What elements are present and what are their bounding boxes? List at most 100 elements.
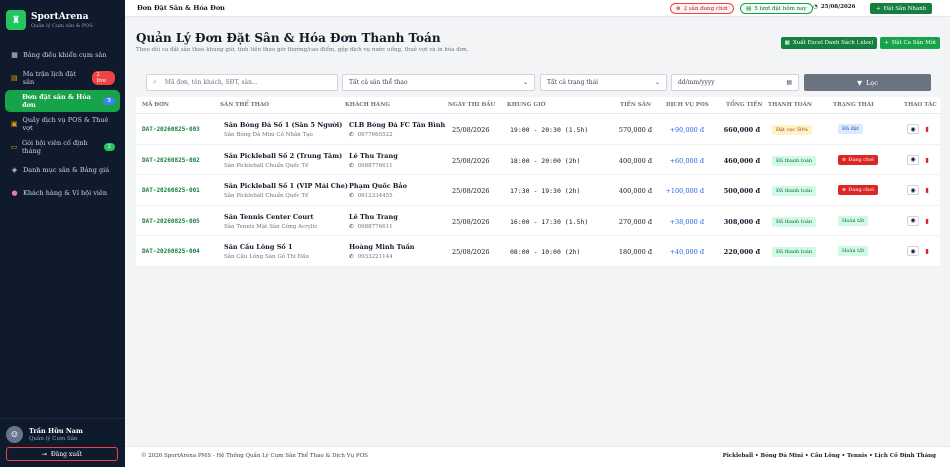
new-booking-button[interactable]: + Đặt Ca Sân Mới [880, 37, 940, 49]
court-fee: 570,000 đ [618, 126, 652, 134]
status-badge: ⊗ Đang chơi [838, 185, 878, 195]
brand[interactable]: ♜ SportArena Quản lý Cụm sân & POS [0, 0, 125, 38]
sidebar-item-dashboard[interactable]: ▦ Bảng điều khiển cụm sân [5, 44, 120, 66]
column-header[interactable]: Ngày Thi Đấu [448, 102, 495, 108]
table-row[interactable]: DAT-20260825-001 Sân Pickleball Số 1 (VI… [136, 175, 940, 206]
layers-icon: ◈ [11, 166, 18, 174]
logout-label: Đăng xuất [50, 450, 83, 458]
court-type: Sân Pickleball Chuẩn Quốc Tế [224, 162, 309, 169]
column-header[interactable]: Dịch Vụ POS [666, 102, 709, 108]
customer-phone: ✆ 0933221144 [349, 254, 393, 260]
table-row[interactable]: DAT-20260825-005 Sân Tennis Center Court… [136, 206, 940, 236]
court-type: Sân Tennis Mặt Sân Cứng Acrylic [224, 223, 318, 230]
footer-copyright: © 2026 SportArena PMS - Hệ Thống Quản Lý… [141, 453, 368, 459]
payment-badge: Đã thanh toán [772, 247, 817, 257]
view-button[interactable]: ◉ [907, 215, 919, 226]
table-row[interactable]: DAT-20260825-003 Sân Bóng Đá Số 1 (Sân 5… [136, 114, 940, 145]
pos-fee: +40,000 đ [669, 248, 704, 256]
bookings-table: Mã Đơn Sân Thể Thao Khách Hàng Ngày Thi … [136, 97, 940, 267]
pos-fee: +38,000 đ [669, 217, 704, 226]
sidebar-item-courts[interactable]: ◈ Danh mục sân & Bảng giá [5, 159, 120, 181]
phone-icon: ✆ [349, 132, 354, 138]
app-subtitle: Quản lý Cụm sân & POS [31, 22, 93, 29]
sidebar-item-calendar[interactable]: ▤ Ma trận lịch đặt sân 2 live [5, 67, 120, 89]
today-bookings-pill[interactable]: ▤ 5 lượt đặt hôm nay [740, 3, 813, 14]
chevron-down-icon: ⌄ [522, 79, 528, 86]
plus-icon: + [876, 5, 881, 12]
status-select[interactable]: Tất cả trạng thái ⌄ [540, 74, 667, 91]
page-title: Quản Lý Đơn Đặt Sân & Hóa Đơn Thanh Toán [136, 31, 441, 45]
court-fee: 270,000 đ [618, 217, 652, 226]
sidebar-item-customers[interactable]: ● Khách hàng & Ví hội viên [5, 182, 120, 204]
delete-button[interactable]: ▮ [922, 124, 932, 134]
customer-name: Lê Thu Trang [349, 151, 398, 160]
view-button[interactable]: ◉ [907, 154, 919, 165]
court-type: Sân Bóng Đá Mini Cỏ Nhân Tạo [224, 132, 313, 138]
time-slot: 18:00 - 20:00 (2h) [510, 156, 581, 165]
booking-code[interactable]: DAT-20260825-002 [142, 157, 200, 164]
sidebar-item-pos[interactable]: ▣ Quầy dịch vụ POS & Thuê vợt [5, 113, 120, 135]
column-header[interactable]: Tiền Sân [620, 102, 651, 108]
today-label: 5 lượt đặt hôm nay [754, 5, 807, 12]
sidebar-item-bookings[interactable]: Đơn đặt sân & Hóa đơn 5 [5, 90, 120, 112]
footer: © 2026 SportArena PMS - Hệ Thống Quản Lý… [125, 446, 950, 467]
pos-fee: +90,000 đ [669, 126, 704, 134]
booking-code[interactable]: DAT-20260825-003 [142, 126, 200, 133]
time-slot: 19:00 - 20:30 (1.5h) [510, 126, 589, 134]
trash-icon: ▮ [925, 247, 929, 255]
sidebar-item-membership[interactable]: ▭ Gói hội viên cố định tháng 2 [5, 136, 120, 158]
column-header[interactable]: Trạng Thái [833, 102, 874, 108]
column-header[interactable]: Khung Giờ [507, 102, 545, 108]
plus-icon: + [884, 40, 889, 46]
column-header[interactable]: Sân Thể Thao [220, 102, 269, 108]
column-header[interactable]: Thanh Toán [768, 102, 812, 108]
view-button[interactable]: ◉ [907, 246, 919, 256]
trash-icon: ▮ [925, 155, 929, 164]
column-header[interactable]: Mã Đơn [142, 102, 169, 108]
sport-select[interactable]: Tất cả sân thể thao ⌄ [342, 74, 535, 91]
user-profile[interactable]: ☺ Trần Hữu Nam Quản lý Cụm Sân [6, 426, 83, 443]
column-header[interactable]: Thao Tác [904, 102, 937, 108]
total-amount: 220,000 đ [723, 248, 760, 256]
table-row[interactable]: DAT-20260825-004 Sân Cầu Lông Số 1 Sân C… [136, 236, 940, 267]
payment-badge: Đã thanh toán [772, 216, 817, 227]
phone-number: 0977665522 [357, 132, 393, 138]
trash-icon: ▮ [925, 216, 929, 225]
app-name: SportArena [31, 11, 89, 22]
playing-courts-pill[interactable]: ⊗ 2 sân đang chơi [670, 3, 734, 14]
delete-button[interactable]: ▮ [922, 246, 932, 256]
booking-code[interactable]: DAT-20260825-001 [142, 187, 200, 194]
calendar-check-icon: ▤ [746, 5, 752, 12]
search-input[interactable]: ⌕ Mã đơn, tên khách, SĐT, sân... [146, 74, 338, 91]
sidebar-item-label: Đơn đặt sân & Hóa đơn [22, 93, 91, 109]
time-slot: 16:00 - 17:30 (1.5h) [510, 217, 589, 226]
export-excel-button[interactable]: ▦ Xuất Excel Danh Sách (.xlsx) [781, 37, 877, 49]
customer-phone: ✆ 0988776611 [349, 224, 393, 230]
column-header[interactable]: Tổng Tiền [726, 102, 762, 108]
users-icon: ● [11, 189, 18, 197]
court-type: Sân Pickleball Chuẩn Quốc Tế [224, 193, 309, 199]
search-placeholder: Mã đơn, tên khách, SĐT, sân... [164, 79, 258, 86]
dashboard-icon: ▦ [11, 51, 18, 59]
delete-button[interactable]: ▮ [922, 216, 932, 226]
column-header[interactable]: Khách Hàng [345, 102, 390, 108]
view-button[interactable]: ◉ [907, 185, 919, 195]
customer-phone: ✆ 0988776611 [349, 163, 393, 169]
filter-button[interactable]: ▼ Lọc [804, 74, 931, 91]
quick-book-button[interactable]: + Đặt Sân Nhanh [870, 3, 933, 14]
view-button[interactable]: ◉ [907, 124, 919, 134]
payment-badge: Đặt cọc 50% [772, 125, 812, 135]
export-label: Xuất Excel Danh Sách (.xlsx) [792, 40, 874, 46]
delete-button[interactable]: ▮ [922, 155, 932, 165]
phone-icon: ✆ [349, 254, 354, 260]
court-fee: 400,000 đ [618, 187, 652, 195]
search-icon: ⌕ [153, 78, 157, 86]
play-date: 25/08/2026 [452, 126, 490, 134]
booking-code[interactable]: DAT-20260825-005 [142, 218, 200, 225]
booking-code[interactable]: DAT-20260825-004 [142, 248, 200, 255]
table-row[interactable]: DAT-20260825-002 Sân Pickleball Số 2 (Tr… [136, 145, 940, 175]
delete-button[interactable]: ▮ [922, 185, 932, 195]
logout-button[interactable]: ⇥ Đăng xuất [6, 447, 118, 461]
date-input[interactable]: dd/mm/yyyy ▤ [671, 74, 799, 91]
court-name: Sân Pickleball Số 2 (Trung Tâm) [224, 151, 343, 160]
